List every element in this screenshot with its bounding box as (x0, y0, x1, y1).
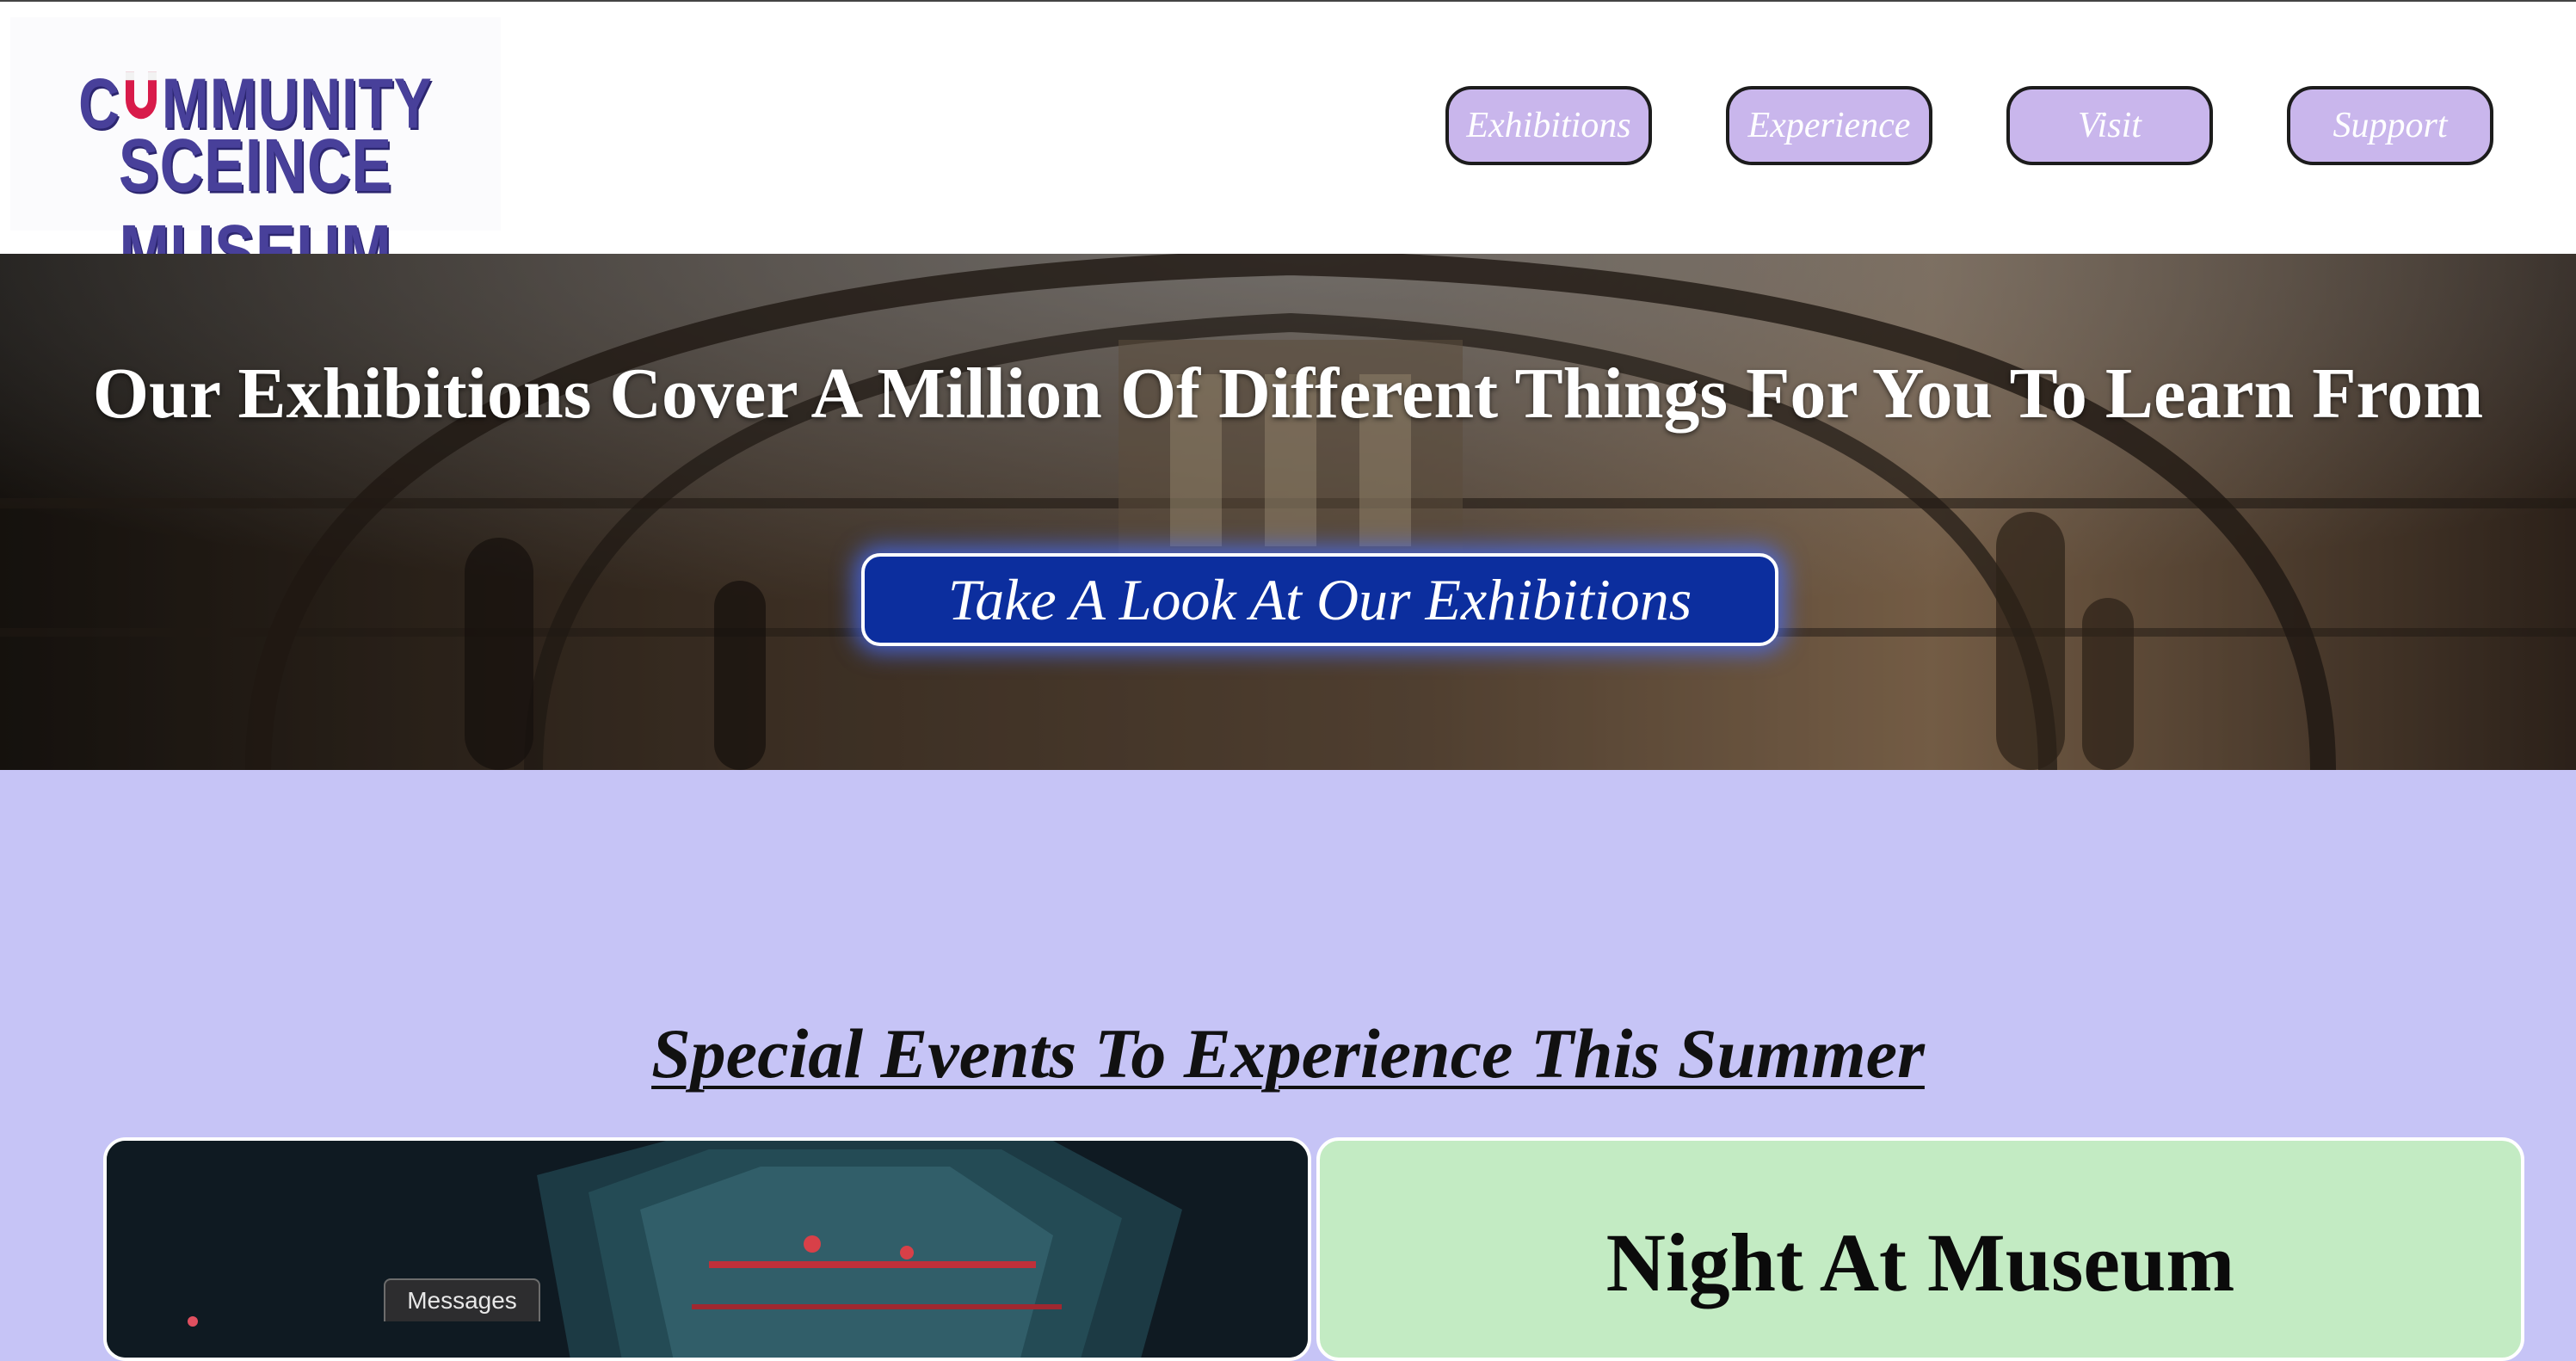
magnet-icon (122, 70, 160, 128)
nav-support-button[interactable]: Support (2287, 86, 2493, 165)
museum-hall-background (0, 254, 2576, 770)
hero-title: Our Exhibitions Cover A Million Of Diffe… (92, 354, 2484, 434)
nav-visit-button[interactable]: Visit (2006, 86, 2213, 165)
nav-experience-button[interactable]: Experience (1726, 86, 1932, 165)
site-logo[interactable]: C MMUNITY SCEINCE MUSEUM (10, 17, 501, 293)
events-section-title: Special Events To Experience This Summer (651, 1014, 1925, 1093)
night-museum-photo (107, 1141, 1308, 1358)
messages-tab[interactable]: Messages (384, 1278, 540, 1321)
event-card-title: Night At Museum (1605, 1216, 2235, 1309)
event-card-info[interactable]: Night At Museum (1316, 1137, 2524, 1361)
exhibitions-cta-button[interactable]: Take A Look At Our Exhibitions (861, 553, 1778, 646)
nav-exhibitions-button[interactable]: Exhibitions (1445, 86, 1652, 165)
hero-banner: Our Exhibitions Cover A Million Of Diffe… (0, 254, 2576, 770)
site-header: C MMUNITY SCEINCE MUSEUM Exhibitions Expe… (0, 2, 2576, 293)
event-card-image[interactable] (103, 1137, 1311, 1361)
